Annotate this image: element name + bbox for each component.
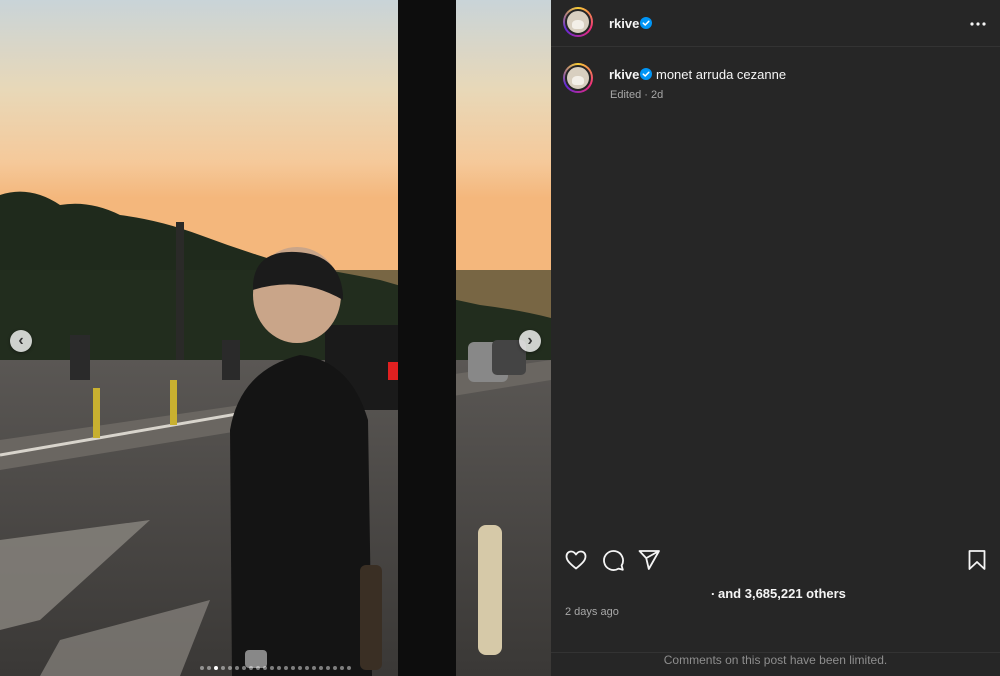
carousel-dot <box>347 666 351 670</box>
verified-badge-icon <box>640 17 652 29</box>
more-options-button[interactable] <box>970 13 986 31</box>
carousel-dots <box>0 666 551 670</box>
carousel-dot <box>326 666 330 670</box>
chevron-right-icon: › <box>527 332 533 349</box>
avatar-icon <box>565 9 591 35</box>
more-horizontal-icon <box>970 22 986 26</box>
heart-icon[interactable] <box>564 548 588 572</box>
carousel-dot <box>291 666 295 670</box>
carousel-dot <box>319 666 323 670</box>
likes-prefix: . <box>711 583 715 598</box>
carousel-dot <box>270 666 274 670</box>
author-username[interactable]: rkive <box>609 16 639 31</box>
carousel-prev-button[interactable]: ‹ <box>10 330 32 352</box>
send-paper-plane-icon[interactable] <box>637 548 661 572</box>
carousel-dot <box>207 666 211 670</box>
comment-bubble-icon[interactable] <box>601 548 625 572</box>
carousel-dot <box>256 666 260 670</box>
carousel-dot <box>312 666 316 670</box>
carousel-dot <box>242 666 246 670</box>
caption-avatar[interactable] <box>563 63 593 93</box>
post-details-panel: rkive rkive monet arruda cezanne Edited … <box>551 0 1000 676</box>
action-bar <box>551 544 1000 576</box>
chevron-left-icon: ‹ <box>18 332 24 349</box>
avatar-icon <box>565 65 591 91</box>
carousel-dot <box>214 666 218 670</box>
carousel-dot <box>200 666 204 670</box>
carousel-dot <box>221 666 225 670</box>
carousel-dot <box>277 666 281 670</box>
carousel-dot <box>298 666 302 670</box>
carousel-dot <box>263 666 267 670</box>
post-header: rkive <box>551 0 1000 47</box>
comments-limited-notice: Comments on this post have been limited. <box>551 652 1000 667</box>
carousel-dot <box>333 666 337 670</box>
carousel-dot <box>305 666 309 670</box>
carousel-dot <box>249 666 253 670</box>
carousel-dot <box>228 666 232 670</box>
caption-meta: Edited · 2d <box>610 89 664 101</box>
author-avatar[interactable] <box>563 7 593 37</box>
likes-count[interactable]: and 3,685,221 others <box>718 586 846 601</box>
carousel-next-button[interactable]: › <box>519 330 541 352</box>
bookmark-icon[interactable] <box>965 548 989 572</box>
post-timestamp[interactable]: 2 days ago <box>565 606 619 618</box>
carousel-dot <box>340 666 344 670</box>
verified-badge-icon <box>640 68 652 80</box>
post-media[interactable]: ‹ › <box>0 0 551 676</box>
carousel-dot <box>235 666 239 670</box>
carousel-dot <box>284 666 288 670</box>
caption-username[interactable]: rkive <box>609 67 639 82</box>
caption-text: monet arruda cezanne <box>656 67 787 82</box>
post-photo <box>0 0 551 676</box>
